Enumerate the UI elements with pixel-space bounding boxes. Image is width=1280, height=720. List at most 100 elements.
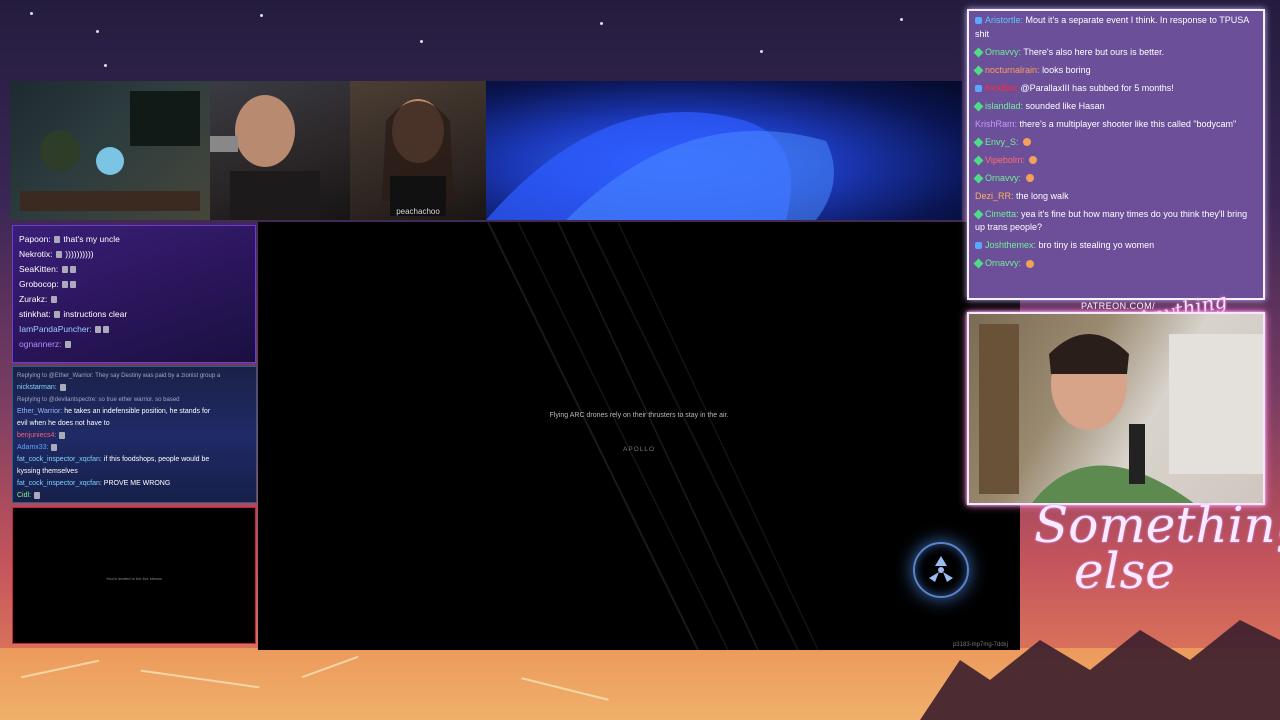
embed-status-text: You're deafed to the live stream xyxy=(106,576,162,581)
person-silhouette xyxy=(382,99,454,216)
gem-badge-icon xyxy=(973,65,984,76)
chat-username[interactable]: SeaKitten: xyxy=(19,264,58,274)
chat-text: @ParallaxIII has subbed for 5 months! xyxy=(1020,82,1174,93)
emote-icon xyxy=(1023,138,1032,147)
chat-message: Ornavvy: There's also here but ours is b… xyxy=(973,46,1257,60)
chat-message: Ether_Warrior: he takes an indefensible … xyxy=(17,406,252,418)
chat-username[interactable]: fat_cock_inspector_xqcfan: xyxy=(17,456,102,463)
chat-username[interactable]: Papoon: xyxy=(19,234,51,244)
chat-message: ognannerz: xyxy=(19,337,249,352)
chat-username[interactable]: KrishRam: xyxy=(975,119,1017,129)
chat-message: Dezi_RR: the long walk xyxy=(975,190,1257,204)
chat-text: there's a multiplayer shooter like this … xyxy=(1019,118,1237,129)
logo-line-2: else xyxy=(1074,542,1175,600)
star xyxy=(900,18,903,21)
chat-username[interactable]: Joshthemex: xyxy=(985,240,1036,250)
chat-username[interactable]: Ornavvy: xyxy=(985,47,1021,57)
chat-username[interactable]: Cimetta: xyxy=(985,209,1019,219)
gem-badge-icon xyxy=(973,137,984,148)
star xyxy=(600,22,603,25)
webcam-label: peachachoo xyxy=(396,207,440,216)
chat-text: sounded like Hasan xyxy=(1025,100,1105,111)
chat-message: Ornavvy: xyxy=(973,172,1257,186)
chat-username[interactable]: Envy_S: xyxy=(985,137,1019,147)
chat-username[interactable]: Zurakz: xyxy=(19,294,47,304)
sub-badge-icon xyxy=(975,17,982,25)
emote-icon xyxy=(1029,156,1038,165)
map-title: APOLLO xyxy=(622,446,655,453)
chat-message: Envy_S: xyxy=(973,136,1257,150)
chat-username[interactable]: Grobocop: xyxy=(19,279,59,289)
radiation-icon xyxy=(929,556,953,582)
chat-text-continued: evil when he does not have to xyxy=(17,420,110,427)
emote-icon xyxy=(33,491,40,499)
left-chat-replies-panel: Replying to @Ether_Warrior: They say Des… xyxy=(12,366,257,503)
left-chat-panel: Papoon: that's my uncle Nekrotix: ))))))… xyxy=(12,225,256,363)
chat-username[interactable]: Vipebolm: xyxy=(985,155,1025,165)
chat-username[interactable]: Adamx33: xyxy=(17,444,49,451)
chat-message: Grobocop: xyxy=(19,277,249,292)
emote-icon xyxy=(54,311,61,319)
chat-username[interactable]: Ether_Warrior: xyxy=(17,408,62,415)
emote-icon xyxy=(50,296,57,304)
chat-username[interactable]: KickBot: xyxy=(985,83,1018,93)
gem-badge-icon xyxy=(973,101,984,112)
chat-message: KickBot: @ParallaxIII has subbed for 5 m… xyxy=(975,82,1257,96)
sand-crack xyxy=(521,677,609,701)
sub-badge-icon xyxy=(975,84,982,92)
emote-icon xyxy=(103,326,110,334)
sand-crack xyxy=(20,659,100,679)
chat-message: Ornavvy: xyxy=(973,257,1257,271)
chat-text: instructions clear xyxy=(63,309,128,319)
chat-username[interactable]: benjuniecs4: xyxy=(17,432,56,439)
chat-message: Vipebolm: xyxy=(973,154,1257,168)
chat-username[interactable]: Cidl: xyxy=(17,492,31,499)
chat-username[interactable]: islandlad: xyxy=(985,101,1023,111)
emote-icon xyxy=(70,281,77,289)
emote-icon xyxy=(51,443,58,451)
chat-username[interactable]: stinkhat: xyxy=(19,309,51,319)
sub-badge-icon xyxy=(975,242,982,250)
emote-icon xyxy=(95,326,102,334)
emote-icon xyxy=(59,383,66,391)
emote-icon xyxy=(59,431,66,439)
chat-text: the long walk xyxy=(1016,190,1069,201)
reply-context: Replying to @devilantspectre: so true et… xyxy=(17,397,180,403)
chat-text: )))))))))) xyxy=(65,249,94,259)
chat-text-continued: kyssing themselves xyxy=(17,468,78,475)
chat-message: islandlad: sounded like Hasan xyxy=(973,100,1257,114)
chat-username[interactable]: nickstarman: xyxy=(17,384,57,391)
emote-icon xyxy=(64,341,71,349)
something-else-logo: Something else xyxy=(1034,500,1280,600)
streamer-facecam xyxy=(967,312,1265,505)
chat-username[interactable]: ognannerz: xyxy=(19,339,62,349)
gem-badge-icon xyxy=(973,155,984,166)
chat-username[interactable]: fat_cock_inspector_xqcfan: xyxy=(17,480,102,487)
chat-text: that's my uncle xyxy=(63,234,120,244)
chat-username[interactable]: IamPandaPuncher: xyxy=(19,324,92,334)
person-silhouette xyxy=(210,95,320,220)
emote-icon xyxy=(62,281,69,289)
chat-username[interactable]: Dezi_RR: xyxy=(975,191,1014,201)
star xyxy=(104,64,107,67)
chat-username[interactable]: Ornavvy: xyxy=(985,173,1021,183)
right-chat-panel: Aristortle: Mout it's a separate event I… xyxy=(967,9,1265,300)
chat-username[interactable]: Ornavvy: xyxy=(985,258,1021,268)
gem-badge-icon xyxy=(973,47,984,58)
star xyxy=(760,50,763,53)
star xyxy=(96,30,99,33)
chat-username[interactable]: nocturnalrain: xyxy=(985,65,1040,75)
gem-badge-icon xyxy=(973,209,984,220)
loading-spinner-icon xyxy=(913,542,969,598)
chat-text: bro tiny is stealing yo women xyxy=(1038,240,1155,250)
emote-icon xyxy=(1025,174,1034,183)
chat-text: PROVE ME WRONG xyxy=(103,480,171,487)
chat-message: KrishRam: there's a multiplayer shooter … xyxy=(975,118,1257,132)
streamer-silhouette xyxy=(979,324,1263,503)
chat-username[interactable]: Aristortle: xyxy=(985,15,1023,25)
chat-username[interactable]: Nekrotix: xyxy=(19,249,53,259)
chat-message: fat_cock_inspector_xqcfan: if this foods… xyxy=(17,454,252,466)
chat-message: stinkhat: instructions clear xyxy=(19,307,249,322)
loading-tip: Flying ARC drones rely on their thruster… xyxy=(549,412,729,419)
chat-message: fat_cock_inspector_xqcfan: PROVE ME WRON… xyxy=(17,478,252,490)
